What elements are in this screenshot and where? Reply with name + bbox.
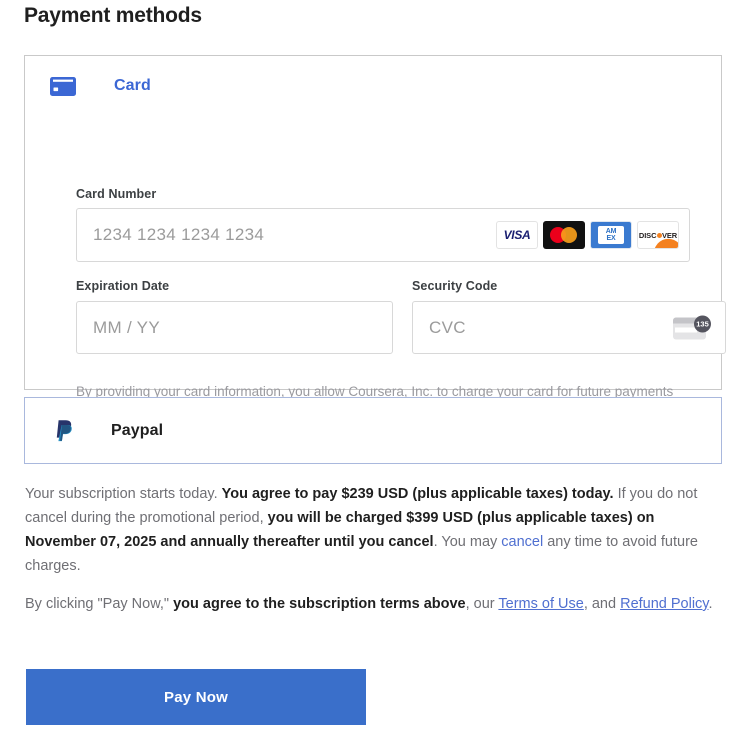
terms-of-use-link[interactable]: Terms of Use [498,596,583,612]
visa-icon: VISA [496,221,538,249]
amex-icon-text-top: AM [605,228,617,235]
discover-icon: DISC VER [637,221,679,249]
security-code-input[interactable]: CVC 135 [412,301,726,354]
credit-card-icon [50,76,76,96]
security-code-placeholder: CVC [429,317,466,337]
card-number-label: Card Number [76,187,157,201]
terms2-text3: , and [583,596,621,612]
paypal-method-label: Paypal [111,421,164,439]
accepted-card-brands: VISA AM EX DISC VER [496,221,679,249]
discover-dot [656,233,662,239]
cvc-hint-icon: 135 [673,315,711,340]
paypal-icon [52,419,78,443]
terms1-text3: . You may [433,534,502,550]
terms1-text1: Your subscription starts today. [25,486,222,502]
card-method-label: Card [114,77,151,94]
expiration-date-placeholder: MM / YY [93,317,160,337]
card-payment-panel[interactable]: Card Card Number 1234 1234 1234 1234 VIS… [24,55,726,420]
mastercard-orange-circle [561,227,577,243]
page-title: Payment methods [24,4,202,27]
cvc-signature-strip [675,327,697,332]
terms2-text2: , our [465,596,499,612]
payment-methods-page: Payment methods Card Card Number 1234 12… [0,0,742,742]
discover-text-b: VER [662,230,678,240]
security-code-label: Security Code [412,279,498,293]
terms2-text4: . [708,596,713,612]
amex-icon: AM EX [590,221,632,249]
subscription-terms-paragraph: Your subscription starts today. You agre… [25,482,717,578]
terms1-bold1: You agree to pay $239 USD (plus applicab… [221,486,614,502]
amex-icon-badge: AM EX [598,226,624,244]
card-panel-header[interactable]: Card [25,56,721,116]
mastercard-icon [543,221,585,249]
cancel-link[interactable]: cancel [501,534,543,550]
terms2-text1: By clicking "Pay Now," [25,596,174,612]
discover-text-a: DISC [638,230,657,240]
refund-policy-link[interactable]: Refund Policy [620,596,708,612]
cvc-badge: 135 [694,315,711,332]
expiration-date-input[interactable]: MM / YY [76,301,393,354]
card-number-input[interactable]: 1234 1234 1234 1234 VISA AM EX DISC VER [76,208,690,262]
amex-icon-text-bottom: EX [606,235,616,242]
card-number-placeholder: 1234 1234 1234 1234 [93,225,265,244]
terms2-bold1: you agree to the subscription terms abov… [173,596,466,612]
expiration-date-label: Expiration Date [76,279,170,293]
pay-now-agreement-paragraph: By clicking "Pay Now," you agree to the … [25,592,717,616]
paypal-payment-panel[interactable]: Paypal [24,397,722,464]
visa-icon-text: VISA [503,228,531,242]
discover-icon-text: DISC VER [639,231,677,240]
pay-now-button[interactable]: Pay Now [26,669,366,725]
